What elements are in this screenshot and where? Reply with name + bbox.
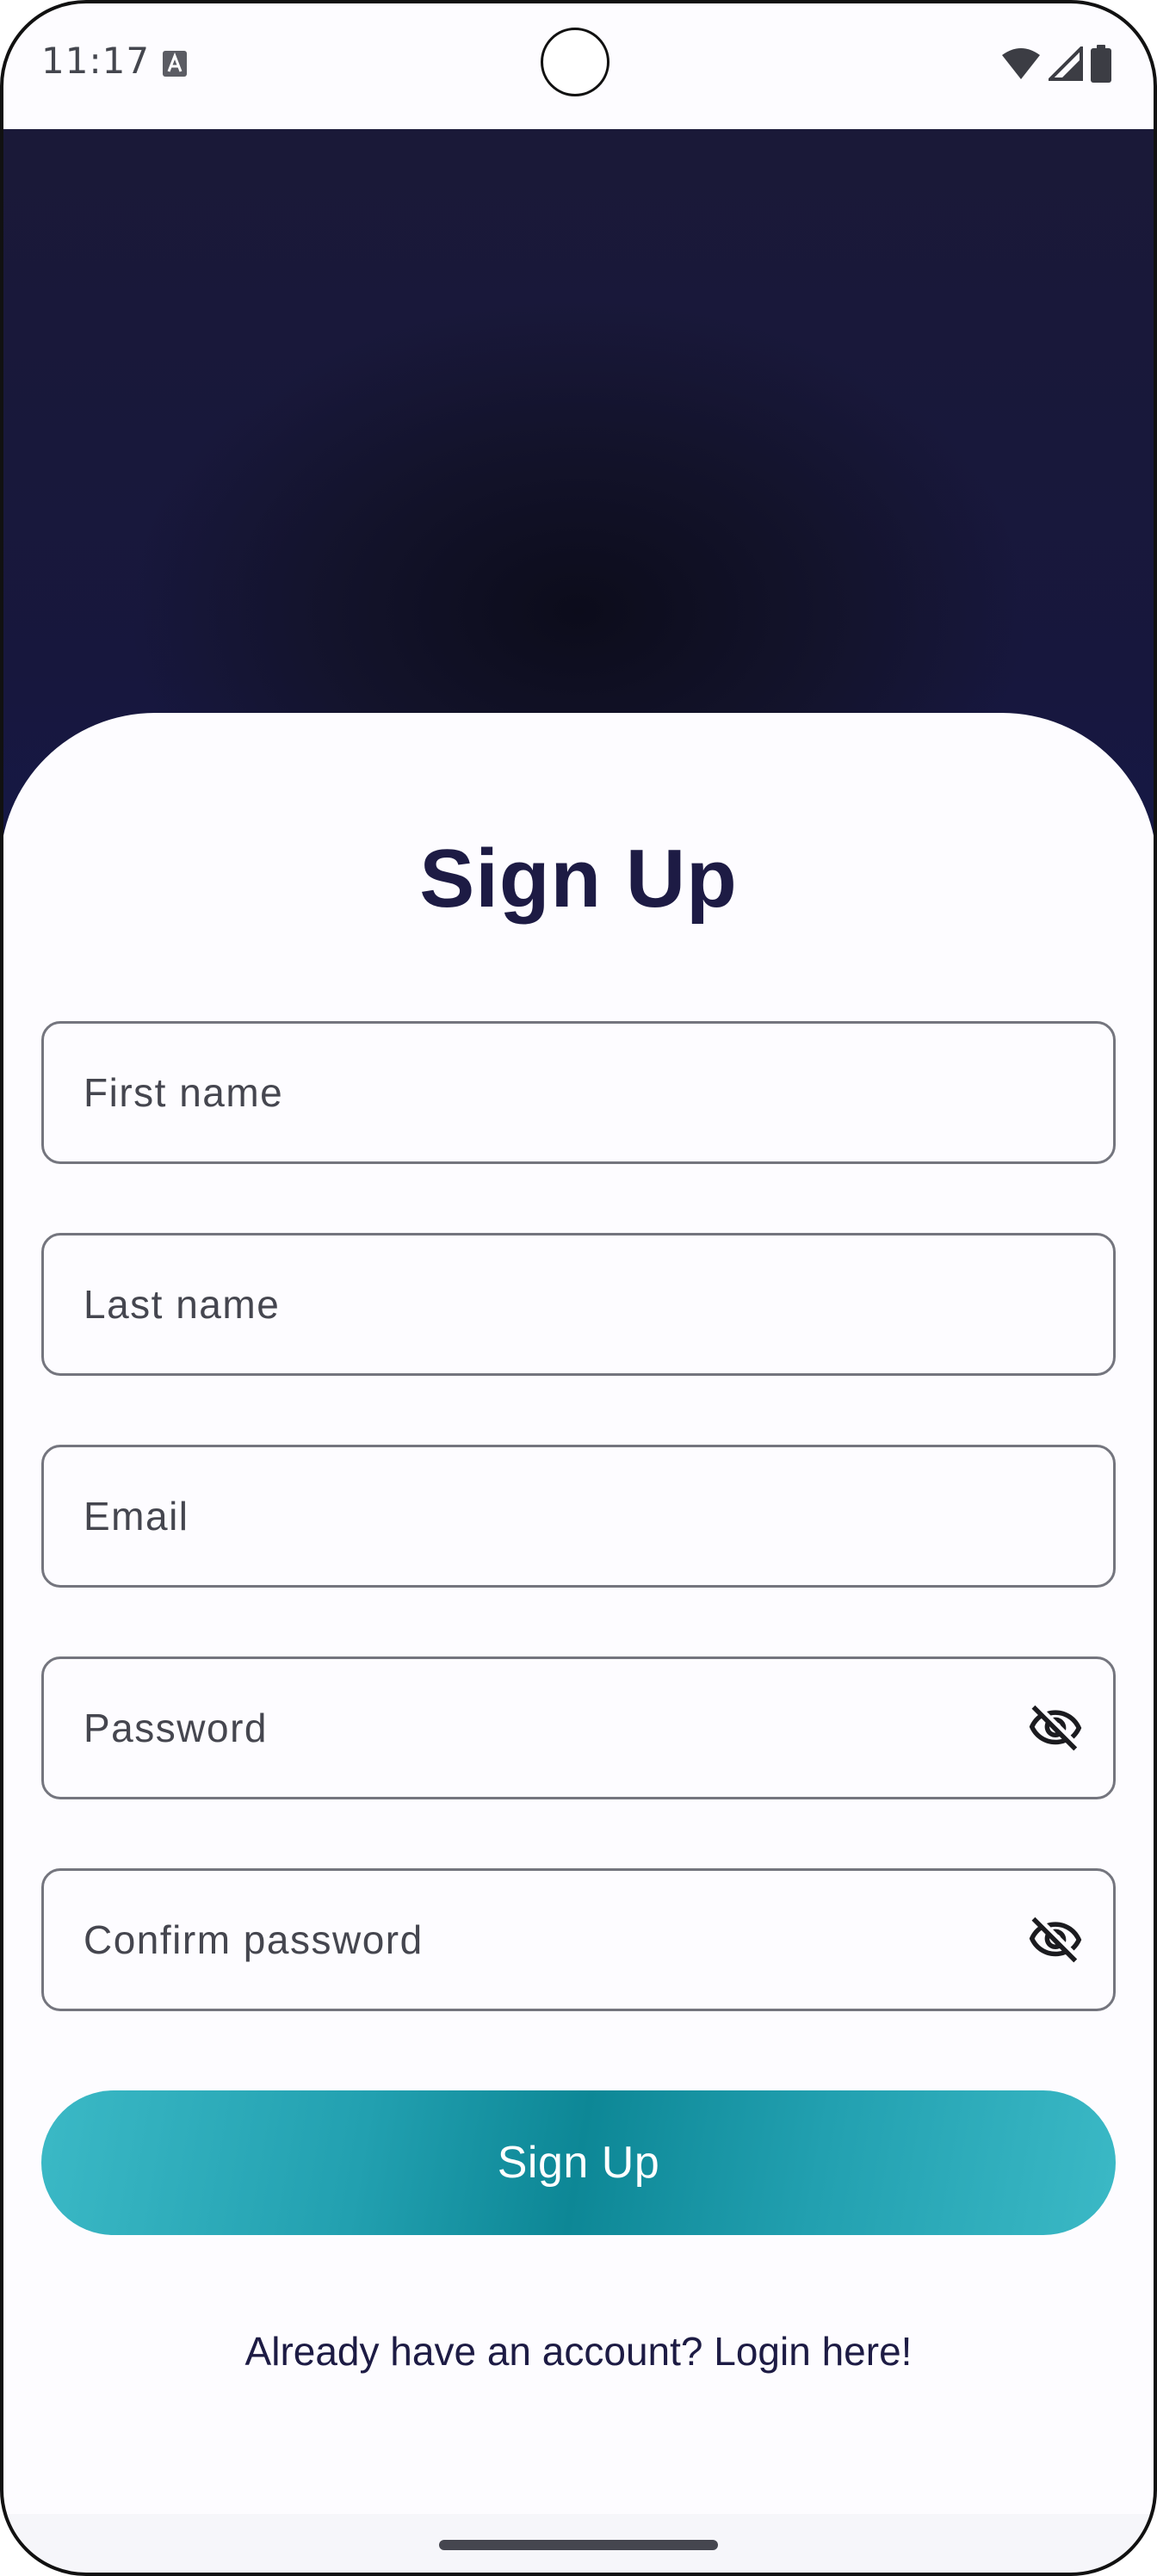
password-input[interactable] bbox=[44, 1659, 1113, 1797]
last-name-input[interactable] bbox=[44, 1235, 1113, 1373]
status-bar: 11:17 bbox=[0, 0, 1157, 129]
camera-cutout bbox=[541, 28, 609, 96]
password-field[interactable] bbox=[41, 1656, 1116, 1799]
first-name-field[interactable] bbox=[41, 1021, 1116, 1164]
first-name-input[interactable] bbox=[44, 1024, 1113, 1161]
page-title: Sign Up bbox=[419, 833, 738, 925]
signup-card: Sign Up Sign Up Already have an account?… bbox=[0, 713, 1157, 2576]
confirm-password-visibility-off-icon[interactable] bbox=[1027, 1911, 1084, 1968]
wifi-icon bbox=[1002, 48, 1040, 79]
confirm-password-input[interactable] bbox=[44, 1871, 1113, 2009]
navigation-bar bbox=[0, 2514, 1157, 2576]
text-accessibility-icon bbox=[163, 51, 187, 77]
confirm-password-field[interactable] bbox=[41, 1868, 1116, 2011]
signup-button[interactable]: Sign Up bbox=[41, 2090, 1116, 2235]
email-field[interactable] bbox=[41, 1445, 1116, 1588]
password-visibility-off-icon[interactable] bbox=[1027, 1700, 1084, 1756]
battery-icon bbox=[1091, 45, 1111, 83]
last-name-field[interactable] bbox=[41, 1233, 1116, 1376]
home-gesture-handle[interactable] bbox=[439, 2540, 718, 2550]
signup-screen: 11:17 Sign Up First name Last name Email… bbox=[0, 0, 1157, 2576]
status-time: 11:17 bbox=[41, 40, 151, 82]
status-icons bbox=[1000, 45, 1112, 83]
cellular-signal-icon bbox=[1049, 46, 1083, 81]
email-input[interactable] bbox=[44, 1447, 1113, 1585]
login-link[interactable]: Already have an account? Login here! bbox=[0, 2328, 1157, 2375]
